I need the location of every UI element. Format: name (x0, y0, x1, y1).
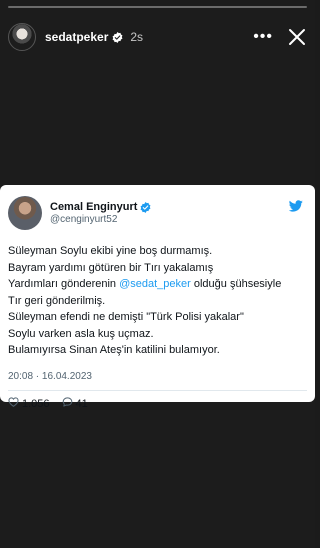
heart-icon (8, 397, 22, 410)
verified-badge-icon (140, 201, 151, 213)
verified-badge-icon (112, 31, 123, 43)
tweet-line: Bayram yardımı götüren bir Tırı yakalamı… (8, 260, 307, 277)
tweet-author: Cemal Enginyurt @cenginyurt52 (50, 201, 151, 225)
like-stat[interactable]: 1.056 (8, 397, 50, 410)
tweet-text-segment: Tır geri gönderilmiş. (8, 294, 106, 307)
reply-count: 41 (75, 397, 88, 410)
tweet-text: Süleyman Soylu ekibi yine boş durmamış. B… (8, 243, 307, 359)
close-icon[interactable] (287, 27, 307, 47)
tweet-line: Tır geri gönderilmiş. (8, 293, 307, 310)
tweet-text-segment: Süleyman efendi ne demişti "Türk Polisi … (8, 311, 244, 323)
tweet-header: Cemal Enginyurt @cenginyurt52 (8, 195, 307, 231)
tweet-stats: 1.056 41 (8, 394, 307, 414)
tweet-timestamp[interactable]: 20:08 · 16.04.2023 (8, 371, 307, 382)
tweet-author-avatar[interactable] (8, 196, 42, 230)
tweet-line: Yardımları gönderenin @sedat_peker olduğ… (8, 276, 307, 293)
avatar[interactable] (8, 23, 36, 51)
tweet-line: Soylu varken asla kuş uçmaz. (8, 326, 307, 343)
tweet-text-segment: Soylu varken asla kuş uçmaz. (8, 327, 154, 340)
like-count: 1.056 (22, 397, 50, 410)
story-progress-bar (8, 6, 307, 8)
story-viewer: sedatpeker 2s ••• Cemal Enginyurt @cengi… (0, 0, 315, 548)
tweet-text-segment: Yardımları gönderenin (8, 278, 120, 290)
tweet-line: Süleyman efendi ne demişti "Türk Polisi … (8, 309, 307, 326)
tweet-text-segment: olduğu şühsesiyle (190, 278, 282, 290)
tweet-divider (8, 389, 307, 391)
tweet-handle[interactable]: @cenginyurt52 (50, 214, 151, 225)
story-username[interactable]: sedatpeker (45, 30, 108, 44)
tweet-line: Süleyman Soylu ekibi yine boş durmamış. (8, 243, 307, 260)
reply-icon (62, 397, 76, 410)
mention-link[interactable]: @sedat_peker (119, 278, 191, 290)
tweet-display-name[interactable]: Cemal Enginyurt (50, 201, 137, 213)
tweet-text-segment: Bayram yardımı götüren bir Tırı yakalamı… (8, 261, 214, 274)
more-icon[interactable]: ••• (253, 29, 273, 45)
twitter-bird-icon[interactable] (288, 199, 303, 212)
tweet-line: Bulamıyırsa Sinan Ateş'in katilini bulam… (8, 342, 307, 359)
tweet-text-segment: Süleyman Soylu ekibi yine boş durmamış. (8, 245, 213, 257)
reply-stat[interactable]: 41 (62, 397, 88, 410)
story-header: sedatpeker 2s ••• (8, 22, 307, 52)
story-time-ago: 2s (130, 30, 144, 44)
tweet-text-segment: Bulamıyırsa Sinan Ateş'in katilini bulam… (8, 344, 220, 356)
tweet-card[interactable]: Cemal Enginyurt @cenginyurt52 Süleyman S… (0, 185, 315, 410)
